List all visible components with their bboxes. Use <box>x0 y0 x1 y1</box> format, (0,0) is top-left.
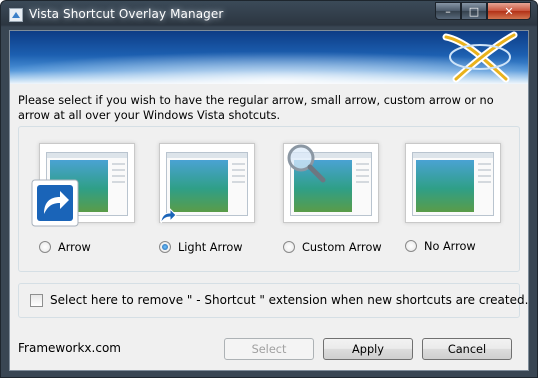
radio-light-arrow-label: Light Arrow <box>178 240 243 254</box>
close-icon: ✕ <box>504 4 514 18</box>
dialog-content: Please select if you wish to have the re… <box>9 30 529 371</box>
window-title: Vista Shortcut Overlay Manager <box>29 7 224 21</box>
title-bar[interactable]: Vista Shortcut Overlay Manager – □ ✕ <box>1 1 537 29</box>
brand-text: Frameworkx.com <box>18 341 121 355</box>
maximize-icon: □ <box>468 4 480 18</box>
light-arrow-preview[interactable] <box>159 143 255 224</box>
remove-extension-group: Select here to remove " - Shortcut " ext… <box>18 283 528 318</box>
select-button[interactable]: Select <box>224 338 314 360</box>
custom-arrow-preview[interactable] <box>283 143 379 223</box>
arrow-preview[interactable] <box>31 143 135 227</box>
radio-custom-arrow-button[interactable] <box>283 241 295 253</box>
preview-window <box>412 152 494 216</box>
radio-no-arrow[interactable]: No Arrow <box>405 238 537 254</box>
window-controls: – □ ✕ <box>435 2 531 20</box>
maximize-button[interactable]: □ <box>461 2 487 20</box>
radio-custom-arrow[interactable]: Custom Arrow <box>283 239 423 255</box>
large-shortcut-arrow-icon <box>31 179 79 227</box>
frameworkx-logo-icon <box>442 31 518 83</box>
small-shortcut-arrow-icon <box>160 207 177 224</box>
radio-arrow[interactable]: Arrow <box>39 239 179 255</box>
no-arrow-preview[interactable] <box>405 143 501 223</box>
remove-extension-checkbox[interactable] <box>30 294 43 307</box>
radio-custom-arrow-label: Custom Arrow <box>302 240 382 254</box>
radio-light-arrow-button[interactable] <box>159 241 171 253</box>
magnifier-icon <box>287 144 326 183</box>
arrow-style-group: Arrow Light Arrow Custom Arrow No Arrow <box>18 126 520 272</box>
minimize-button[interactable]: – <box>435 2 461 20</box>
instruction-text: Please select if you wish to have the re… <box>18 94 494 122</box>
radio-arrow-label: Arrow <box>58 240 91 254</box>
close-button[interactable]: ✕ <box>487 2 531 20</box>
radio-no-arrow-button[interactable] <box>405 240 417 252</box>
remove-extension-label[interactable]: Select here to remove " - Shortcut " ext… <box>50 293 528 307</box>
cancel-button[interactable]: Cancel <box>422 338 512 360</box>
header-banner <box>10 31 528 84</box>
app-window: Vista Shortcut Overlay Manager – □ ✕ Ple… <box>0 0 538 378</box>
radio-arrow-button[interactable] <box>39 241 51 253</box>
app-icon <box>9 8 23 22</box>
apply-button[interactable]: Apply <box>323 338 413 360</box>
radio-no-arrow-label: No Arrow <box>424 239 476 253</box>
preview-window <box>166 152 248 216</box>
radio-light-arrow[interactable]: Light Arrow <box>159 239 299 255</box>
minimize-icon: – <box>445 4 451 18</box>
